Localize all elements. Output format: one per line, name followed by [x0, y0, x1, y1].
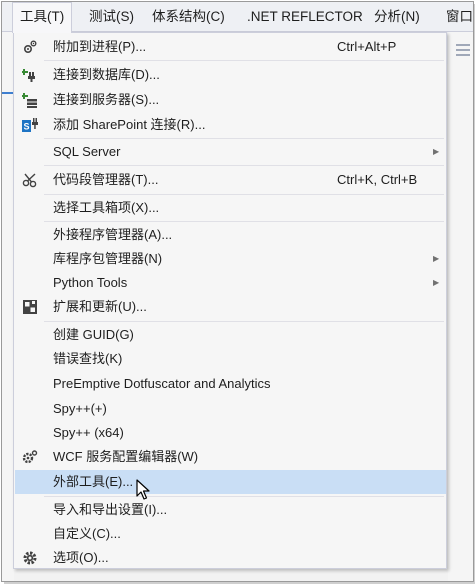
menu-separator [44, 221, 444, 222]
connect-database-icon [22, 69, 35, 82]
menu-item-label: 自定义(C)... [53, 526, 121, 541]
menu-window[interactable]: 窗口 [439, 2, 473, 32]
menu-item-connect-server[interactable]: 连接到服务器(S)... [15, 88, 446, 112]
menu-item-attach-process[interactable]: 附加到进程(P)... Ctrl+Alt+P [15, 35, 446, 59]
menu-item-spy[interactable]: Spy++(+) [15, 397, 446, 421]
menu-separator [44, 321, 444, 322]
menu-item-create-guid[interactable]: 创建 GUID(G) [15, 323, 446, 347]
connect-server-icon [22, 93, 37, 108]
menu-architecture[interactable]: 体系结构(C) [145, 2, 232, 32]
menu-item-label: 连接到数据库(D)... [53, 67, 160, 82]
menu-item-label: PreEmptive Dotfuscator and Analytics [53, 376, 271, 391]
menu-test[interactable]: 测试(S) [82, 2, 141, 32]
menu-item-extensions-updates[interactable]: 扩展和更新(U)... [15, 295, 446, 319]
ide-window: 工具(T) 测试(S) 体系结构(C) .NET REFLECTOR 分析(N)… [1, 1, 474, 582]
menu-separator [44, 60, 444, 61]
extensions-icon [23, 300, 37, 314]
menu-separator [44, 165, 444, 166]
menu-item-label: 选择工具箱项(X)... [53, 200, 160, 215]
menu-bar: 工具(T) 测试(S) 体系结构(C) .NET REFLECTOR 分析(N)… [2, 2, 473, 33]
menu-item-options[interactable]: 选项(O)... [15, 546, 446, 570]
menu-separator [44, 194, 444, 195]
menu-item-label: 附加到进程(P)... [53, 39, 147, 54]
menu-item-shortcut: Ctrl+Alt+P [337, 39, 397, 54]
ide-right-handle [456, 44, 470, 46]
menu-item-label: 连接到服务器(S)... [53, 92, 160, 107]
mouse-cursor-icon [136, 479, 150, 500]
menu-item-label: SQL Server [53, 144, 121, 159]
screenshot-shadow-bottom [4, 582, 475, 584]
wcf-config-icon [22, 450, 38, 464]
tools-dropdown-menu: 附加到进程(P)... Ctrl+Alt+P 连接到数据库(D)... 连接到服… [13, 32, 447, 569]
menu-item-label: 代码段管理器(T)... [53, 172, 159, 187]
menu-item-error-lookup[interactable]: 错误查找(K) [15, 347, 446, 371]
attach-process-icon [23, 40, 37, 54]
ide-right-handle [456, 49, 470, 51]
menu-item-label: Spy++ (x64) [53, 425, 124, 440]
menu-item-connect-database[interactable]: 连接到数据库(D)... [15, 63, 446, 87]
menu-item-label: 库程序包管理器(N) [53, 251, 163, 266]
menu-item-label: 创建 GUID(G) [53, 327, 134, 342]
menu-item-library-package-manager[interactable]: 库程序包管理器(N) ▶ [15, 247, 446, 271]
menu-item-sql-server[interactable]: SQL Server ▶ [15, 140, 446, 164]
menu-item-label: 选项(O)... [53, 550, 109, 565]
menu-item-label: 扩展和更新(U)... [53, 299, 147, 314]
menu-item-label: 错误查找(K) [53, 351, 123, 366]
menu-item-code-snippets[interactable]: 代码段管理器(T)... Ctrl+K, Ctrl+B [15, 168, 446, 192]
menu-item-customize[interactable]: 自定义(C)... [15, 522, 446, 546]
svg-text:S: S [23, 122, 29, 132]
menu-item-label: 外部工具(E)... [53, 474, 134, 489]
menu-item-import-export-settings[interactable]: 导入和导出设置(I)... [15, 498, 446, 522]
menu-item-choose-toolbox-items[interactable]: 选择工具箱项(X)... [15, 196, 446, 220]
menu-item-label: 添加 SharePoint 连接(R)... [53, 117, 206, 132]
submenu-arrow-icon: ▶ [433, 278, 440, 287]
menu-item-python-tools[interactable]: Python Tools ▶ [15, 271, 446, 295]
menu-analyze[interactable]: 分析(N) [367, 2, 427, 32]
menu-item-addin-manager[interactable]: 外接程序管理器(A)... [15, 223, 446, 247]
menu-item-label: 导入和导出设置(I)... [53, 502, 168, 517]
menu-item-spy-x64[interactable]: Spy++ (x64) [15, 421, 446, 445]
submenu-arrow-icon: ▶ [433, 254, 440, 263]
submenu-arrow-icon: ▶ [433, 147, 440, 156]
menu-item-label: WCF 服务配置编辑器(W) [53, 449, 199, 464]
menu-item-label: Python Tools [53, 275, 128, 290]
menu-net-reflector[interactable]: .NET REFLECTOR [240, 2, 370, 32]
menu-item-external-tools[interactable]: 外部工具(E)... [15, 470, 446, 494]
menu-item-dotfuscator[interactable]: PreEmptive Dotfuscator and Analytics [15, 372, 446, 396]
menu-tools[interactable]: 工具(T) [12, 2, 73, 33]
code-snippet-icon [22, 173, 37, 188]
menu-separator [44, 138, 444, 139]
gear-icon [23, 551, 37, 565]
menu-item-wcf-config-editor[interactable]: WCF 服务配置编辑器(W) [15, 445, 446, 469]
ide-right-strip [448, 32, 473, 581]
ide-right-handle [456, 54, 470, 56]
menu-item-shortcut: Ctrl+K, Ctrl+B [337, 172, 418, 187]
menu-separator [44, 496, 444, 497]
menu-item-label: 外接程序管理器(A)... [53, 227, 173, 242]
menu-item-label: Spy++(+) [53, 401, 107, 416]
sharepoint-icon: S [22, 118, 38, 132]
menu-item-sharepoint[interactable]: S 添加 SharePoint 连接(R)... [15, 113, 446, 137]
